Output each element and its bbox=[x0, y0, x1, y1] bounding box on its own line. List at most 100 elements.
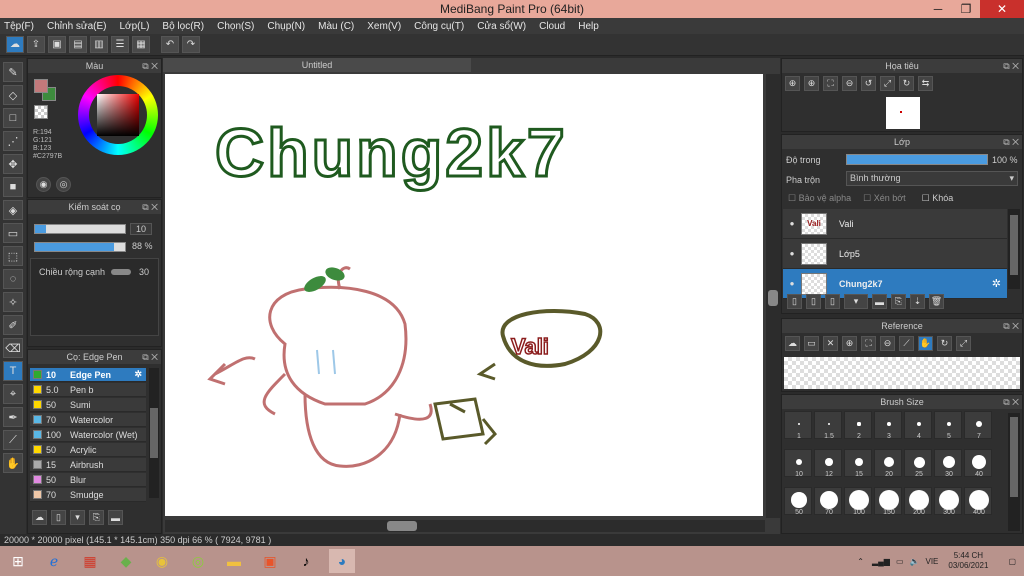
brush-size-cell[interactable]: 10 bbox=[784, 449, 812, 478]
new-halftone-layer-icon[interactable]: ▯ bbox=[806, 294, 821, 309]
gradient-tool-icon[interactable]: ▭ bbox=[3, 223, 23, 243]
color-wheel[interactable] bbox=[78, 75, 158, 155]
menu-item[interactable]: Màu (C) bbox=[318, 21, 354, 32]
brush-size-cell[interactable]: 100 bbox=[844, 487, 872, 516]
brush-item[interactable]: 50 Blur bbox=[30, 473, 146, 487]
pages-icon[interactable]: ▥ bbox=[90, 36, 108, 53]
menu-item[interactable]: Bộ lọc(R) bbox=[162, 21, 204, 32]
windows-start-icon[interactable]: ⊞ bbox=[5, 549, 31, 573]
layer-opacity-slider[interactable] bbox=[846, 154, 988, 165]
drawing-canvas[interactable]: Chung2k7 Vali bbox=[165, 74, 763, 516]
brush-list-scrollbar[interactable] bbox=[149, 368, 159, 498]
navigator-preview[interactable] bbox=[886, 97, 920, 129]
brush-size-cell[interactable]: 400 bbox=[964, 487, 992, 516]
text-tool-icon[interactable]: T bbox=[3, 361, 23, 381]
gear-icon[interactable]: ✲ bbox=[134, 369, 142, 380]
minimize-button[interactable]: ─ bbox=[924, 0, 952, 18]
redo-icon[interactable]: ↷ bbox=[182, 36, 200, 53]
folder-icon[interactable]: ▬ bbox=[872, 294, 887, 309]
gear-icon[interactable]: ✲ bbox=[992, 277, 1001, 290]
delete-layer-icon[interactable]: 🗑 bbox=[929, 294, 944, 309]
app-circle-icon[interactable]: ◎ bbox=[185, 549, 211, 573]
brush-size-cell[interactable]: 300 bbox=[934, 487, 962, 516]
layer-row[interactable]: ● Vali Vali bbox=[783, 209, 1007, 239]
brush-copy-icon[interactable]: ⎘ bbox=[89, 510, 104, 525]
presentation-app-icon[interactable]: ▣ bbox=[257, 549, 283, 573]
panel-expand-icon[interactable]: ⧉ ✕ bbox=[1003, 395, 1019, 409]
menu-item[interactable]: Cửa sổ(W) bbox=[477, 21, 526, 32]
wifi-icon[interactable]: ▂▄▆ bbox=[872, 557, 890, 566]
ref-close-icon[interactable]: ✕ bbox=[823, 336, 838, 351]
fill-rect-tool-icon[interactable]: ■ bbox=[3, 177, 23, 197]
hand-tool-icon[interactable]: ✋ bbox=[3, 453, 23, 473]
zoom-in-icon[interactable]: ⊕ bbox=[785, 76, 800, 91]
panel-expand-icon[interactable]: ⧉ ✕ bbox=[142, 200, 158, 214]
zoom-out-icon[interactable]: ⊖ bbox=[842, 76, 857, 91]
layer-add-menu-icon[interactable]: ▾ bbox=[844, 294, 868, 309]
edge-width-toggle[interactable] bbox=[111, 269, 131, 275]
visibility-icon[interactable]: ● bbox=[783, 249, 801, 258]
move-tool-icon[interactable]: ✥ bbox=[3, 154, 23, 174]
document-tab[interactable]: Untitled bbox=[163, 58, 471, 72]
select-pen-icon[interactable]: ✐ bbox=[3, 315, 23, 335]
new-layer-icon[interactable]: ▯ bbox=[787, 294, 802, 309]
brush-size-cell[interactable]: 70 bbox=[814, 487, 842, 516]
brush-size-cell[interactable]: 4 bbox=[904, 411, 932, 440]
merge-layer-icon[interactable]: ⇣ bbox=[910, 294, 925, 309]
duplicate-layer-icon[interactable]: ⎘ bbox=[891, 294, 906, 309]
visibility-icon[interactable]: ● bbox=[783, 219, 801, 228]
ref-fullscreen-icon[interactable]: ⤢ bbox=[956, 336, 971, 351]
transparent-swatch[interactable] bbox=[34, 105, 48, 119]
ref-zoom-out-icon[interactable]: ⊖ bbox=[880, 336, 895, 351]
brush-size-cell[interactable]: 1.5 bbox=[814, 411, 842, 440]
brush-size-cell[interactable]: 2 bbox=[844, 411, 872, 440]
share-icon[interactable]: ⇪ bbox=[27, 36, 45, 53]
lock-checkbox[interactable]: ☐ Khóa bbox=[922, 193, 954, 204]
brush-cloud-icon[interactable]: ☁ bbox=[32, 510, 47, 525]
brush-size-cell[interactable]: 3 bbox=[874, 411, 902, 440]
brush-item[interactable]: 70 Smudge bbox=[30, 488, 146, 502]
brush-size-cell[interactable]: 12 bbox=[814, 449, 842, 478]
app-grid-icon[interactable]: ▦ bbox=[77, 549, 103, 573]
brush-size-cell[interactable]: 150 bbox=[874, 487, 902, 516]
chrome-icon[interactable]: ◉ bbox=[149, 549, 175, 573]
menu-item[interactable]: Chụp(N) bbox=[267, 21, 305, 32]
eyedropper-icon[interactable]: ⟋ bbox=[3, 430, 23, 450]
brush-item[interactable]: 70 Watercolor bbox=[30, 413, 146, 427]
brush-size-cell[interactable]: 40 bbox=[964, 449, 992, 478]
flip-icon[interactable]: ⇆ bbox=[918, 76, 933, 91]
brush-folder-icon[interactable]: ▬ bbox=[108, 510, 123, 525]
dot-tool-icon[interactable]: ⋰ bbox=[3, 131, 23, 151]
panel-expand-icon[interactable]: ⧉ ✕ bbox=[1003, 59, 1019, 73]
grid-icon[interactable]: ▦ bbox=[132, 36, 150, 53]
canvas-horizontal-scrollbar[interactable] bbox=[165, 520, 765, 532]
tiktok-icon[interactable]: ♪ bbox=[293, 549, 319, 573]
lasso-icon[interactable]: ◌ bbox=[3, 269, 23, 289]
menu-item[interactable]: Công cụ(T) bbox=[414, 21, 464, 32]
ref-eyedropper-icon[interactable]: ⟋ bbox=[899, 336, 914, 351]
brush-item[interactable]: 50 Sumi bbox=[30, 398, 146, 412]
brush-item[interactable]: 100 Watercolor (Wet) bbox=[30, 428, 146, 442]
internet-explorer-icon[interactable]: ℯ bbox=[41, 549, 67, 573]
layer-row[interactable]: ● Lớp5 bbox=[783, 239, 1007, 269]
volume-icon[interactable]: 🔈 bbox=[910, 557, 920, 566]
brush-size-cell[interactable]: 50 bbox=[784, 487, 812, 516]
panel-expand-icon[interactable]: ⧉ ✕ bbox=[1003, 319, 1019, 333]
menu-item[interactable]: Chỉnh sửa(E) bbox=[47, 21, 107, 32]
panel-expand-icon[interactable]: ⧉ ✕ bbox=[142, 59, 158, 73]
opacity-slider[interactable] bbox=[34, 242, 126, 252]
menu-item[interactable]: Help bbox=[578, 21, 599, 32]
battery-icon[interactable]: ▭ bbox=[896, 557, 904, 566]
page-icon[interactable]: ▤ bbox=[69, 36, 87, 53]
brush-add-icon[interactable]: ▯ bbox=[51, 510, 66, 525]
size-slider[interactable] bbox=[34, 224, 126, 234]
select-eraser-icon[interactable]: ⌫ bbox=[3, 338, 23, 358]
brush-tool-icon[interactable]: ✎ bbox=[3, 62, 23, 82]
ref-hand-icon[interactable]: ✋ bbox=[918, 336, 933, 351]
panel-expand-icon[interactable]: ⧉ ✕ bbox=[142, 350, 158, 364]
menu-item[interactable]: Chọn(S) bbox=[217, 21, 254, 32]
ref-fit-icon[interactable]: ⛶ bbox=[861, 336, 876, 351]
ref-rotate-icon[interactable]: ↻ bbox=[937, 336, 952, 351]
brush-size-cell[interactable]: 15 bbox=[844, 449, 872, 478]
bluestacks-icon[interactable]: ◆ bbox=[113, 549, 139, 573]
